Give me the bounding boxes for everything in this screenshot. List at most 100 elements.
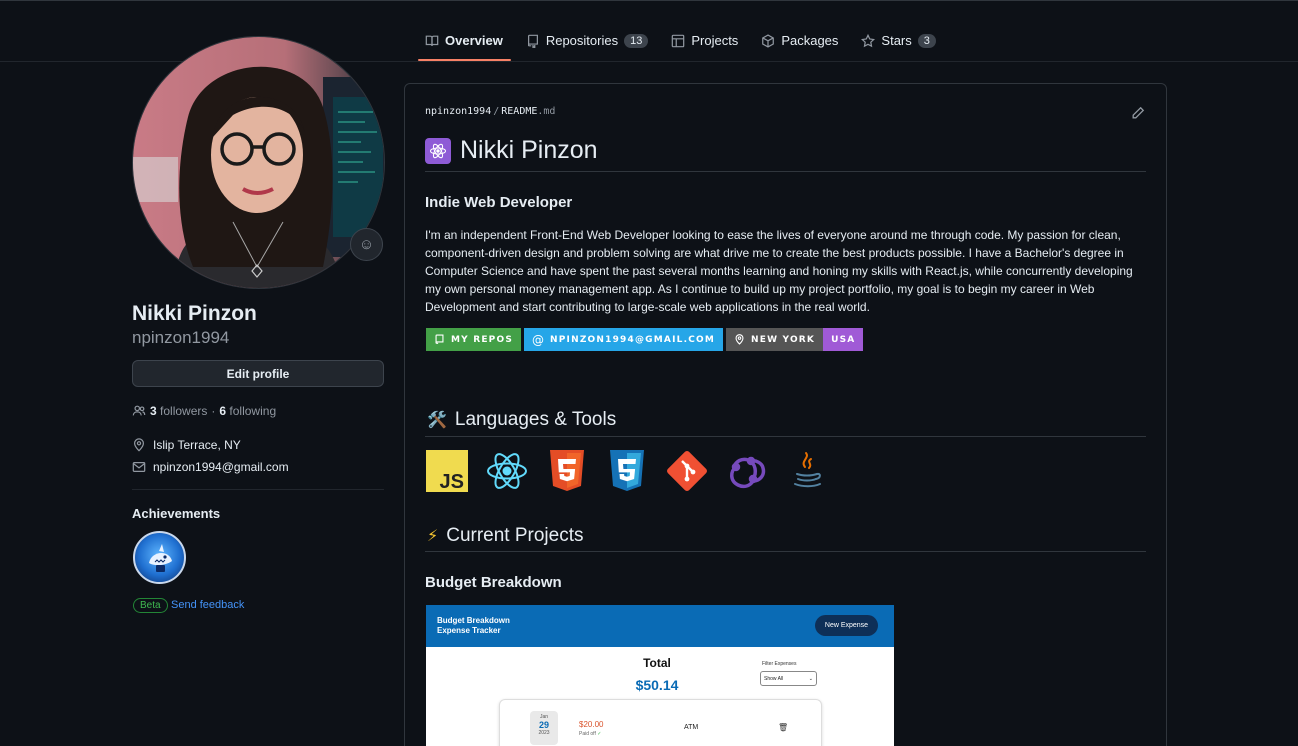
- tab-repositories-label: Repositories: [545, 33, 619, 48]
- sidebar-divider: [132, 489, 384, 490]
- star-icon: [861, 33, 876, 47]
- path-separator: /: [493, 106, 500, 117]
- readme-path-ext: .md: [537, 106, 556, 117]
- css3-icon[interactable]: [606, 450, 648, 492]
- git-icon[interactable]: [666, 450, 708, 492]
- followers-link[interactable]: 3 followers: [150, 404, 207, 418]
- edit-profile-button[interactable]: Edit profile: [132, 360, 384, 387]
- email-link[interactable]: npinzon1994@gmail.com: [153, 460, 289, 474]
- mail-icon: [132, 462, 146, 472]
- project-title: Budget Breakdown: [425, 574, 562, 591]
- follow-stats: 3 followers · 6 following: [132, 404, 276, 418]
- tab-stars-label: Stars: [881, 33, 912, 48]
- readme-path-user[interactable]: npinzon1994: [425, 106, 491, 117]
- hammer-wrench-icon: 🛠️: [427, 412, 447, 429]
- redux-icon[interactable]: [726, 450, 768, 492]
- html5-icon[interactable]: [546, 450, 588, 492]
- projects-heading: ⚡ Current Projects: [427, 525, 584, 547]
- book-icon: [425, 35, 439, 46]
- shot-new-expense-button: New Expense: [815, 615, 878, 636]
- following-count: 6: [219, 404, 227, 418]
- location-pin-icon: [134, 438, 144, 452]
- projects-rule: [425, 551, 1146, 552]
- shot-app-bar: Budget Breakdown Expense Tracker New Exp…: [426, 605, 894, 647]
- shot-expense-description: ATM: [684, 724, 699, 731]
- tab-overview[interactable]: Overview: [418, 23, 511, 61]
- tools-icon-row: JS: [426, 450, 828, 492]
- readme-subtitle: Indie Web Developer: [425, 194, 573, 211]
- readme-bio: I'm an independent Front-End Web Develop…: [425, 228, 1133, 314]
- tab-packages[interactable]: Packages: [754, 23, 846, 60]
- country-badge-label: USA: [831, 334, 856, 345]
- title-rule: [425, 171, 1146, 172]
- following-label: following: [229, 404, 277, 418]
- shot-filter-value: Show All: [764, 676, 784, 682]
- javascript-icon[interactable]: JS: [426, 450, 468, 492]
- shot-expense-item: Jan 29 2023 $20.00 Paid off ✓ ATM 🗑: [499, 699, 822, 746]
- followers-label: followers: [160, 404, 208, 418]
- smiley-icon: ☺: [358, 236, 375, 253]
- tab-packages-label: Packages: [781, 33, 839, 48]
- location-badge[interactable]: NEW YORK: [726, 328, 824, 351]
- email-badge-label: NPINZON1994@GMAIL.COM: [550, 334, 716, 345]
- following-link[interactable]: 6 following: [219, 404, 276, 418]
- badge-row: MY REPOS @ NPINZON1994@GMAIL.COM NEW YOR…: [426, 328, 864, 351]
- dot-separator: ·: [211, 404, 216, 418]
- trash-icon: 🗑: [778, 723, 789, 732]
- location-badge-label: NEW YORK: [751, 334, 816, 345]
- readme-title-row: Nikki Pinzon: [425, 136, 598, 165]
- country-badge[interactable]: USA: [823, 328, 864, 351]
- set-status-button[interactable]: ☺: [350, 228, 383, 261]
- email-badge[interactable]: @ NPINZON1994@GMAIL.COM: [524, 328, 724, 351]
- shot-total-amount: $50.14: [635, 677, 679, 693]
- languages-rule: [425, 436, 1146, 437]
- send-feedback-link[interactable]: Send feedback: [171, 599, 244, 611]
- shot-app-title: Budget Breakdown Expense Tracker: [437, 616, 510, 635]
- repositories-count: 13: [624, 33, 649, 48]
- project-screenshot[interactable]: Budget Breakdown Expense Tracker New Exp…: [426, 605, 894, 746]
- repo-icon: [435, 334, 444, 344]
- shot-filter-select: Show All ⌄: [760, 671, 817, 686]
- shot-paid-label: Paid off: [579, 731, 596, 737]
- tab-stars[interactable]: Stars 3: [854, 23, 943, 60]
- avatar[interactable]: [132, 36, 385, 289]
- shot-date-year: 2023: [538, 730, 550, 736]
- profile-username: npinzon1994: [132, 328, 230, 347]
- followers-count: 3: [150, 404, 157, 418]
- chevron-down-icon: ⌄: [808, 676, 813, 682]
- edit-readme-button[interactable]: [1131, 106, 1145, 120]
- shark-icon: [148, 543, 172, 572]
- projects-heading-text: Current Projects: [446, 525, 584, 546]
- shot-expense-price: $20.00: [579, 720, 604, 729]
- stars-count: 3: [917, 33, 936, 48]
- beta-label: Beta: [133, 598, 168, 613]
- shot-date-day: 29: [538, 720, 549, 730]
- tab-projects[interactable]: Projects: [664, 23, 746, 60]
- location-pin-icon: [735, 334, 744, 345]
- tab-projects-label: Projects: [691, 33, 739, 48]
- tab-list: Overview Repositories 13 Projects Packag…: [418, 23, 952, 61]
- readme-title: Nikki Pinzon: [460, 136, 598, 164]
- tab-repositories[interactable]: Repositories 13: [519, 23, 657, 60]
- at-sign-icon: @: [532, 332, 545, 347]
- react-icon[interactable]: [486, 450, 528, 492]
- languages-heading: 🛠️ Languages & Tools: [427, 409, 616, 431]
- readme-breadcrumb: npinzon1994/README.md: [425, 106, 555, 117]
- pencil-icon: [1132, 106, 1145, 119]
- check-circle-icon: ✓: [597, 731, 602, 737]
- shot-expense-status: Paid off ✓: [579, 731, 601, 737]
- people-icon: [132, 405, 146, 416]
- lightning-icon: ⚡: [427, 528, 439, 545]
- java-icon[interactable]: [786, 450, 828, 492]
- profile-email: npinzon1994@gmail.com: [132, 460, 289, 474]
- my-repos-badge[interactable]: MY REPOS: [426, 328, 522, 351]
- repo-icon: [527, 34, 538, 48]
- achievements-heading: Achievements: [132, 506, 221, 521]
- languages-heading-text: Languages & Tools: [454, 409, 617, 430]
- readme-path-file: README: [501, 106, 538, 117]
- svg-text:JS: JS: [440, 471, 464, 492]
- achievement-badge-shark[interactable]: [133, 531, 186, 584]
- my-repos-badge-label: MY REPOS: [451, 334, 514, 345]
- avatar-photo: [133, 37, 384, 288]
- atom-emoji-icon: [425, 137, 451, 164]
